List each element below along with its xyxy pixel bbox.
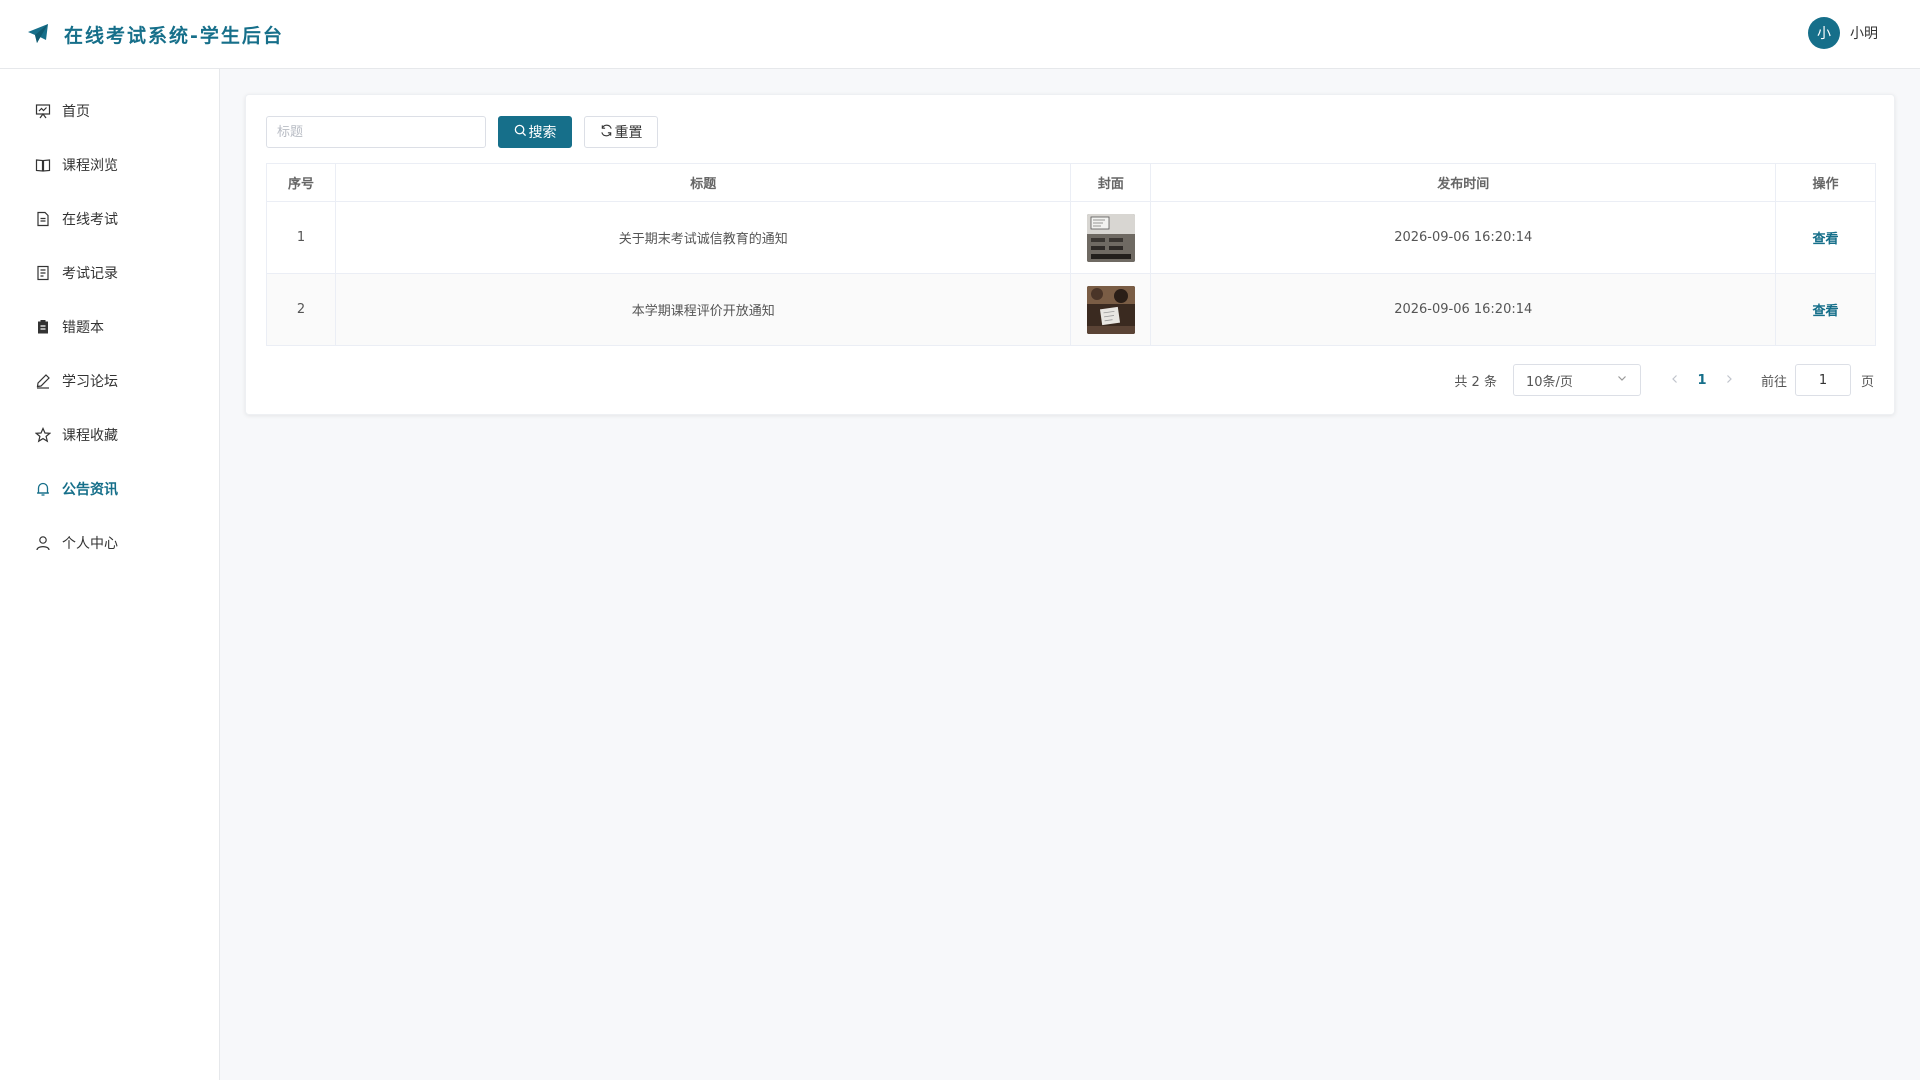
announcement-table: 序号 标题 封面 发布时间 操作 1 关于期末考试诚信教育的通知 2026-09…	[266, 163, 1876, 346]
sidebar-item-profile[interactable]: 个人中心	[0, 516, 219, 570]
logo[interactable]: 在线考试系统-学生后台	[26, 21, 284, 48]
sidebar-item-label: 课程浏览	[62, 158, 118, 174]
sidebar-item-courses[interactable]: 课程浏览	[0, 138, 219, 192]
sidebar-item-label: 首页	[62, 104, 90, 120]
sidebar-item-announcements[interactable]: 公告资讯	[0, 462, 219, 516]
next-page-button[interactable]	[1717, 373, 1741, 388]
goto-page-input[interactable]	[1794, 364, 1851, 396]
bell-icon	[34, 480, 52, 498]
goto-label: 前往	[1760, 374, 1787, 390]
pagination: 共 2 条 10条/页 1 前往 页	[1454, 364, 1874, 396]
page-size-value: 10条/页	[1525, 374, 1573, 390]
username[interactable]: 小明	[1850, 23, 1878, 43]
document-list-icon	[34, 264, 52, 282]
sidebar-item-label: 公告资讯	[62, 482, 118, 498]
sidebar: 首页 课程浏览 在线考试 考试记录 错题本 学习论坛 课程收藏 公告资讯 个人中…	[0, 69, 220, 1080]
star-icon	[34, 426, 52, 444]
cell-actions: 查看	[1775, 273, 1876, 346]
sidebar-item-label: 学习论坛	[62, 374, 118, 390]
search-button[interactable]: 搜索	[498, 116, 572, 148]
cell-cover	[1070, 201, 1152, 274]
sidebar-item-wrong-questions[interactable]: 错题本	[0, 300, 219, 354]
chevron-down-icon	[1616, 372, 1628, 388]
sidebar-item-favorites[interactable]: 课程收藏	[0, 408, 219, 462]
app-title: 在线考试系统-学生后台	[64, 24, 284, 47]
cell-title: 本学期课程评价开放通知	[335, 273, 1072, 346]
paper-plane-icon	[26, 22, 50, 46]
reset-button-label: 重置	[614, 125, 643, 141]
presentation-icon	[34, 102, 52, 120]
cell-title: 关于期末考试诚信教育的通知	[335, 201, 1072, 274]
avatar[interactable]: 小	[1808, 17, 1840, 49]
book-open-icon	[34, 156, 52, 174]
page-size-select[interactable]: 10条/页	[1512, 364, 1641, 396]
refresh-icon	[600, 124, 615, 141]
sidebar-item-forum[interactable]: 学习论坛	[0, 354, 219, 408]
table-row: 2 本学期课程评价开放通知 2026-09-06 16:20:14 查看	[266, 273, 1876, 346]
view-link[interactable]: 查看	[1813, 304, 1839, 319]
search-icon	[514, 124, 529, 141]
cover-thumbnail[interactable]	[1086, 213, 1135, 262]
sidebar-item-exam-records[interactable]: 考试记录	[0, 246, 219, 300]
column-header-cover: 封面	[1070, 163, 1152, 202]
sidebar-item-label: 课程收藏	[62, 428, 118, 444]
search-button-label: 搜索	[528, 125, 557, 141]
search-toolbar: 搜索 重置	[266, 116, 658, 148]
goto-suffix: 页	[1860, 374, 1874, 390]
cell-publish-time: 2026-09-06 16:20:14	[1150, 273, 1777, 346]
sidebar-item-online-exam[interactable]: 在线考试	[0, 192, 219, 246]
cell-cover	[1070, 273, 1152, 346]
user-icon	[34, 534, 52, 552]
column-header-title: 标题	[335, 163, 1072, 202]
page-number-current[interactable]: 1	[1687, 373, 1717, 388]
top-header: 在线考试系统-学生后台 小 小明	[0, 0, 1920, 69]
edit-pen-icon	[34, 372, 52, 390]
cover-thumbnail[interactable]	[1086, 285, 1135, 334]
reset-button[interactable]: 重置	[584, 116, 658, 148]
table-row: 1 关于期末考试诚信教育的通知 2026-09-06 16:20:14 查看	[266, 201, 1876, 274]
user-menu[interactable]: 小 小明	[1808, 17, 1878, 49]
announcement-panel: 搜索 重置 序号 标题 封面 发布时间 操作 1 关于期末考试诚信教育的通知	[245, 94, 1895, 415]
column-header-actions: 操作	[1775, 163, 1876, 202]
sidebar-item-label: 在线考试	[62, 212, 118, 228]
sidebar-item-label: 个人中心	[62, 536, 118, 552]
view-link[interactable]: 查看	[1813, 232, 1839, 247]
column-header-index: 序号	[266, 163, 336, 202]
table-header-row: 序号 标题 封面 发布时间 操作	[266, 163, 1876, 202]
prev-page-button[interactable]	[1663, 373, 1687, 388]
cell-index: 2	[266, 273, 336, 346]
sidebar-item-home[interactable]: 首页	[0, 84, 219, 138]
total-count: 共 2 条	[1454, 374, 1497, 390]
cell-index: 1	[266, 201, 336, 274]
cell-actions: 查看	[1775, 201, 1876, 274]
sidebar-item-label: 考试记录	[62, 266, 118, 282]
clipboard-icon	[34, 318, 52, 336]
document-icon	[34, 210, 52, 228]
sidebar-item-label: 错题本	[62, 320, 104, 336]
cell-publish-time: 2026-09-06 16:20:14	[1150, 201, 1777, 274]
column-header-publish-time: 发布时间	[1150, 163, 1777, 202]
search-input[interactable]	[266, 116, 486, 148]
